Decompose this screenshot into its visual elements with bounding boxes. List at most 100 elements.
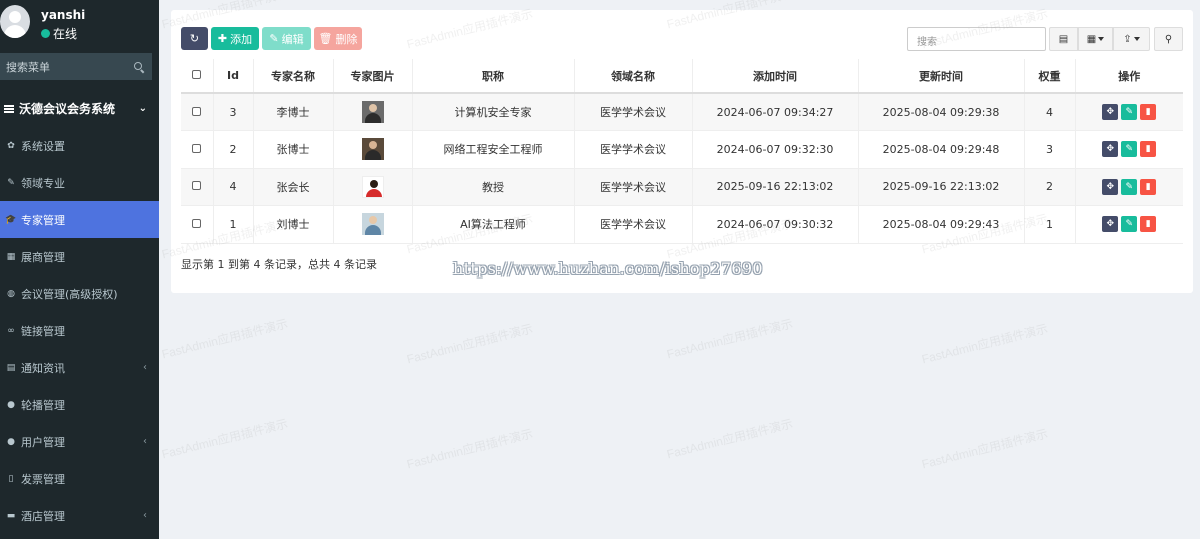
- arrows-icon: ✥: [1106, 181, 1115, 192]
- edit-button-label: 编辑: [281, 32, 304, 46]
- column-header[interactable]: 专家图片: [333, 59, 413, 94]
- sidebar-item-label: 用户管理: [21, 435, 65, 449]
- sidebar-item[interactable]: ✎ 领域专业: [0, 164, 159, 201]
- sidebar-item[interactable]: ▯ 发票管理: [0, 460, 159, 497]
- play-icon: ●: [7, 399, 15, 410]
- sidebar-search-input[interactable]: 搜索菜单: [0, 53, 152, 80]
- row-edit-button[interactable]: ✎: [1121, 141, 1138, 158]
- cell-updated: 2025-08-04 09:29:38: [858, 92, 1025, 131]
- trash-icon: ▮: [1145, 144, 1151, 155]
- row-checkbox[interactable]: [192, 218, 202, 228]
- row-select-cell: [181, 205, 214, 244]
- drag-sort-button[interactable]: ✥: [1102, 216, 1119, 233]
- arrows-icon: ✥: [1106, 219, 1115, 230]
- cell-name: 刘博士: [253, 205, 334, 244]
- columns-button[interactable]: ▦: [1078, 27, 1113, 51]
- cell-created: 2024-06-07 09:32:30: [692, 130, 859, 168]
- column-header[interactable]: 更新时间: [858, 59, 1025, 94]
- sidebar: yanshi 在线 搜索菜单 沃德会议会务系统 ⌄ ✿ 系统设置 ✎ 领域专业 🎓 专家管…: [0, 0, 159, 539]
- row-delete-button[interactable]: ▮: [1140, 141, 1157, 158]
- sidebar-menu-header[interactable]: 沃德会议会务系统 ⌄: [0, 90, 159, 127]
- watermark-text: FastAdmin应用插件演示: [920, 321, 1050, 367]
- table-row: 3 李博士 计算机安全专家 医学学术会议 2024-06-07 09:34:27 2025…: [181, 92, 1183, 131]
- table-row: 1 刘博士 AI算法工程师 医学学术会议 2024-06-07 09:30:32 2025…: [181, 205, 1183, 244]
- row-select-cell: [181, 167, 214, 206]
- row-checkbox[interactable]: [192, 181, 202, 191]
- search-icon[interactable]: [134, 61, 144, 72]
- sidebar-item[interactable]: ∞ 链接管理: [0, 312, 159, 349]
- sidebar-item-label: 会议管理(高级授权): [21, 287, 118, 301]
- cell-updated: 2025-09-16 22:13:02: [858, 167, 1025, 206]
- row-select-cell: [181, 130, 214, 168]
- avatar[interactable]: [0, 5, 30, 38]
- table-search-input[interactable]: 搜索: [907, 27, 1046, 51]
- expert-photo[interactable]: [361, 213, 384, 236]
- sidebar-item[interactable]: ✿ 系统设置: [0, 127, 159, 164]
- column-header[interactable]: 专家名称: [253, 59, 334, 94]
- cell-weight: 4: [1024, 92, 1076, 131]
- table-body: 3 李博士 计算机安全专家 医学学术会议 2024-06-07 09:34:27 2025…: [181, 92, 1183, 244]
- column-header[interactable]: 职称: [412, 59, 575, 94]
- file-icon: ▯: [8, 473, 14, 484]
- row-checkbox[interactable]: [192, 143, 202, 153]
- caret-down-icon: [1133, 37, 1140, 41]
- pencil-icon: ✎: [269, 32, 279, 45]
- sidebar-item-label: 领域专业: [21, 176, 65, 190]
- drag-sort-button[interactable]: ✥: [1102, 104, 1119, 120]
- row-delete-button[interactable]: ▮: [1140, 216, 1157, 233]
- sidebar-item-label: 通知资讯: [21, 361, 65, 375]
- expert-photo[interactable]: [361, 138, 384, 161]
- column-header[interactable]: 操作: [1075, 59, 1183, 94]
- cell-id: 1: [213, 205, 254, 244]
- user-name: yanshi: [41, 8, 86, 22]
- expert-photo[interactable]: [361, 175, 384, 198]
- cell-field: 医学学术会议: [574, 205, 693, 244]
- select-all-checkbox[interactable]: [192, 70, 202, 79]
- column-header[interactable]: 领域名称: [574, 59, 693, 94]
- edit-button[interactable]: ✎ 编辑: [262, 27, 311, 50]
- refresh-button[interactable]: ↻: [181, 27, 208, 50]
- sidebar-item[interactable]: ◍ 会议管理(高级授权): [0, 275, 159, 312]
- cell-weight: 3: [1024, 130, 1076, 168]
- user-panel: yanshi 在线: [0, 0, 159, 48]
- chevron-down-icon: ⌄: [138, 103, 147, 114]
- expert-photo[interactable]: [361, 101, 384, 123]
- row-edit-button[interactable]: ✎: [1121, 104, 1138, 120]
- drag-sort-button[interactable]: ✥: [1102, 178, 1119, 195]
- sidebar-item[interactable]: ▤ 通知资讯 ‹: [0, 349, 159, 386]
- sidebar-item[interactable]: 🎓 专家管理: [0, 201, 159, 238]
- sidebar-item[interactable]: ● 轮播管理: [0, 386, 159, 423]
- watermark-text: FastAdmin应用插件演示: [665, 416, 795, 462]
- drag-sort-button[interactable]: ✥: [1102, 141, 1119, 158]
- sidebar-item[interactable]: ▦ 展商管理: [0, 238, 159, 275]
- sidebar-item[interactable]: ● 用户管理 ‹: [0, 423, 159, 460]
- online-dot-icon: [41, 29, 50, 38]
- sidebar-item[interactable]: ▬ 酒店管理 ‹: [0, 497, 159, 534]
- pagination-summary: 显示第 1 到第 4 条记录，总共 4 条记录: [181, 258, 377, 271]
- delete-button[interactable]: 🗑 删除: [314, 27, 362, 50]
- link-icon: ∞: [7, 325, 15, 336]
- column-header[interactable]: 权重: [1024, 59, 1076, 94]
- row-delete-button[interactable]: ▮: [1140, 178, 1157, 195]
- cell-id: 2: [213, 130, 254, 168]
- column-header[interactable]: Id: [213, 59, 254, 94]
- row-checkbox[interactable]: [192, 106, 202, 116]
- row-select-cell: [181, 92, 214, 131]
- search-icon: ⚲: [1164, 33, 1173, 45]
- search-toggle-button[interactable]: ⚲: [1154, 27, 1183, 51]
- cell-name: 李博士: [253, 92, 334, 131]
- row-edit-button[interactable]: ✎: [1121, 216, 1138, 233]
- cell-field: 医学学术会议: [574, 167, 693, 206]
- table-search-placeholder: 搜索: [917, 37, 937, 48]
- cell-name: 张博士: [253, 130, 334, 168]
- sidebar-item-label: 轮播管理: [21, 398, 65, 412]
- column-header[interactable]: 添加时间: [692, 59, 859, 94]
- row-delete-button[interactable]: ▮: [1140, 104, 1157, 120]
- export-button[interactable]: ⇪: [1113, 27, 1150, 51]
- export-icon: ⇪: [1123, 33, 1132, 45]
- row-edit-button[interactable]: ✎: [1121, 178, 1138, 195]
- watermark-text: FastAdmin应用插件演示: [920, 426, 1050, 472]
- cell-id: 4: [213, 167, 254, 206]
- toggle-view-button[interactable]: ▤: [1049, 27, 1078, 51]
- add-button[interactable]: ✚ 添加: [211, 27, 259, 50]
